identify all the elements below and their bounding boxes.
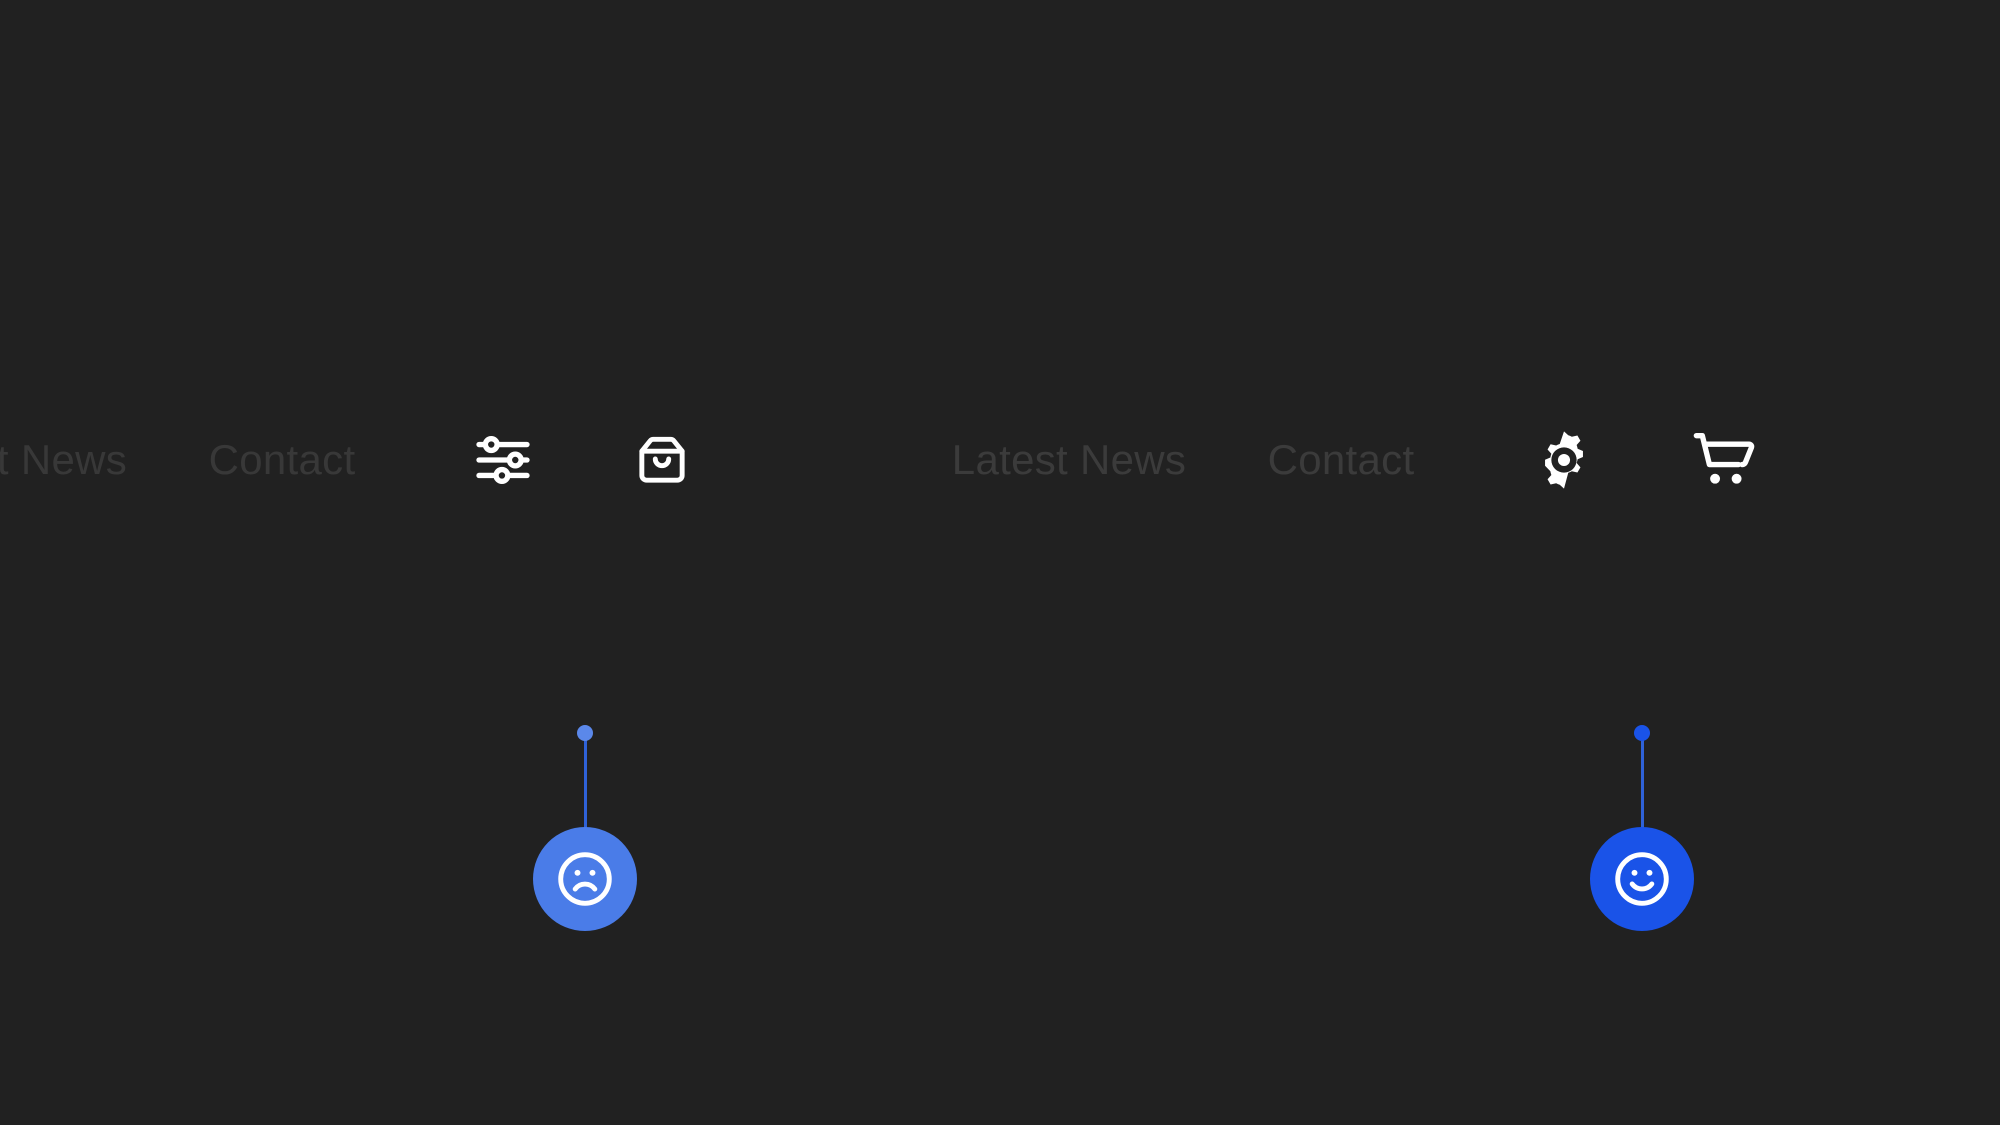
marker-bubble[interactable] [1590, 827, 1694, 931]
nav-link-label: Contact [1267, 436, 1415, 483]
settings-button[interactable] [1528, 360, 1600, 560]
nav-link-contact-left[interactable]: Contact [182, 360, 382, 560]
nav-link-label: t News [0, 436, 128, 483]
nav-link-label: Latest News [951, 436, 1187, 483]
page-root: t News Contact Latest News Contact [0, 0, 2000, 1125]
smile-face-icon [1611, 848, 1673, 910]
nav-link-contact-right[interactable]: Contact [1241, 360, 1441, 560]
nav-link-label: Contact [208, 436, 356, 483]
shopping-cart-icon[interactable] [1687, 424, 1759, 496]
marker-anchor-dot[interactable] [1634, 725, 1650, 741]
navbar: t News Contact Latest News Contact [0, 360, 2000, 560]
sliders-icon[interactable] [467, 424, 539, 496]
cart-button[interactable] [1687, 360, 1759, 560]
marker-anchor-dot[interactable] [577, 725, 593, 741]
nav-link-latest-news-left[interactable]: t News [0, 360, 128, 560]
nav-link-latest-news-right[interactable]: Latest News [949, 360, 1189, 560]
shopping-bag-icon[interactable] [626, 424, 698, 496]
gear-icon[interactable] [1528, 424, 1600, 496]
marker-bubble[interactable] [533, 827, 637, 931]
shop-bag-button[interactable] [626, 360, 698, 560]
frown-face-icon [554, 848, 616, 910]
filters-button[interactable] [467, 360, 539, 560]
